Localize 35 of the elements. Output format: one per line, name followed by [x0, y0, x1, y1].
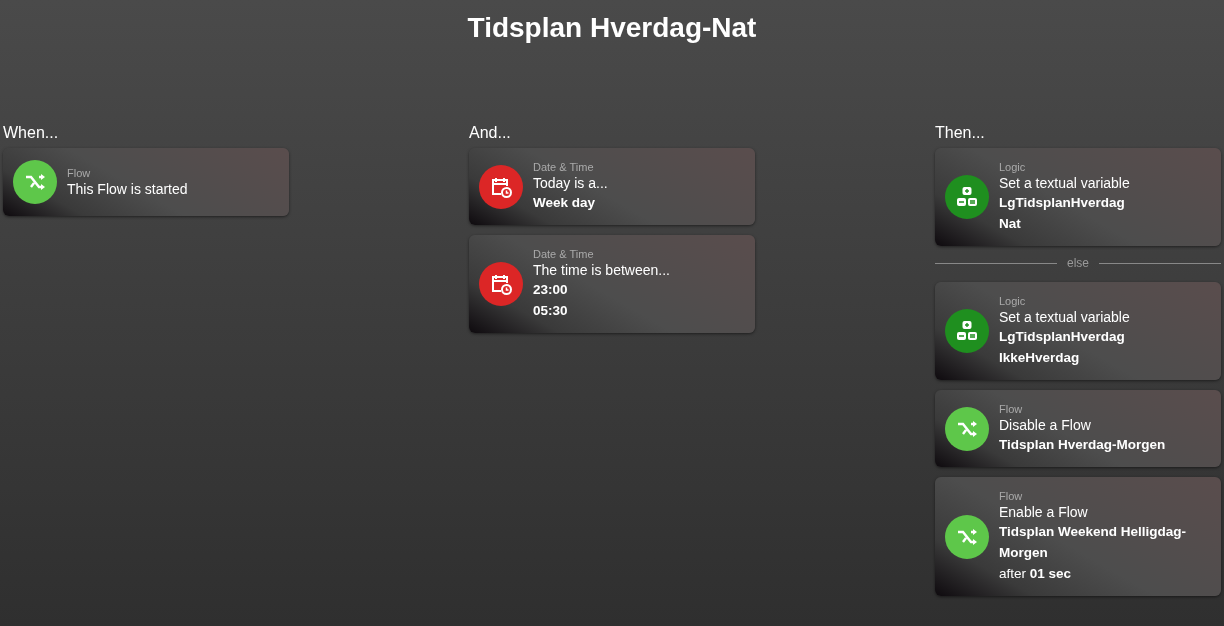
flow-card[interactable]: Date & Time The time is between... 23:00 05:30 — [469, 235, 755, 333]
card-title: Set a textual variable — [999, 308, 1131, 326]
card-argument: Nat — [999, 215, 1022, 233]
card-title: Enable a Flow — [999, 503, 1089, 521]
flow-card[interactable]: Date & Time Today is a... Week day — [469, 148, 755, 225]
card-title: Disable a Flow — [999, 416, 1092, 434]
flow-card[interactable]: Logic Set a textual variable LgTidsplanHverdag Nat — [935, 148, 1221, 246]
card-title: Set a textual variable — [999, 174, 1131, 192]
card-category: Flow — [999, 489, 1024, 503]
column-heading: When... — [3, 124, 60, 143]
flow-card[interactable]: Flow Enable a Flow Tidsplan Weekend Helligdag-Morgen after 01 sec — [935, 477, 1221, 596]
flow-card[interactable]: Flow This Flow is started — [3, 148, 289, 216]
column-heading: And... — [469, 124, 512, 143]
card-argument: IkkeHverdag — [999, 349, 1081, 367]
card-category: Date & Time — [533, 160, 595, 174]
card-title: This Flow is started — [67, 180, 189, 198]
card-argument: 05:30 — [533, 302, 569, 320]
card-category: Logic — [999, 160, 1027, 174]
card-title: Today is a... — [533, 174, 609, 192]
card-category: Logic — [999, 294, 1027, 308]
else-label: else — [1067, 256, 1089, 270]
card-argument: 23:00 — [533, 281, 569, 299]
card-argument: LgTidsplanHverdag — [999, 328, 1126, 346]
column-heading: Then... — [935, 124, 986, 143]
card-category: Date & Time — [533, 247, 595, 261]
card-delay: after 01 sec — [999, 565, 1073, 583]
card-title: The time is between... — [533, 261, 671, 279]
card-argument: LgTidsplanHverdag — [999, 194, 1126, 212]
flow-title: Tidsplan Hverdag-Nat — [466, 11, 758, 45]
card-argument: Tidsplan Hverdag-Morgen — [999, 436, 1167, 454]
flow-card[interactable]: Logic Set a textual variable LgTidsplanHverdag IkkeHverdag — [935, 282, 1221, 380]
card-argument: Week day — [533, 194, 597, 212]
card-category: Flow — [67, 166, 92, 180]
card-category: Flow — [999, 402, 1024, 416]
flow-card[interactable]: Flow Disable a Flow Tidsplan Hverdag-Morgen — [935, 390, 1221, 467]
